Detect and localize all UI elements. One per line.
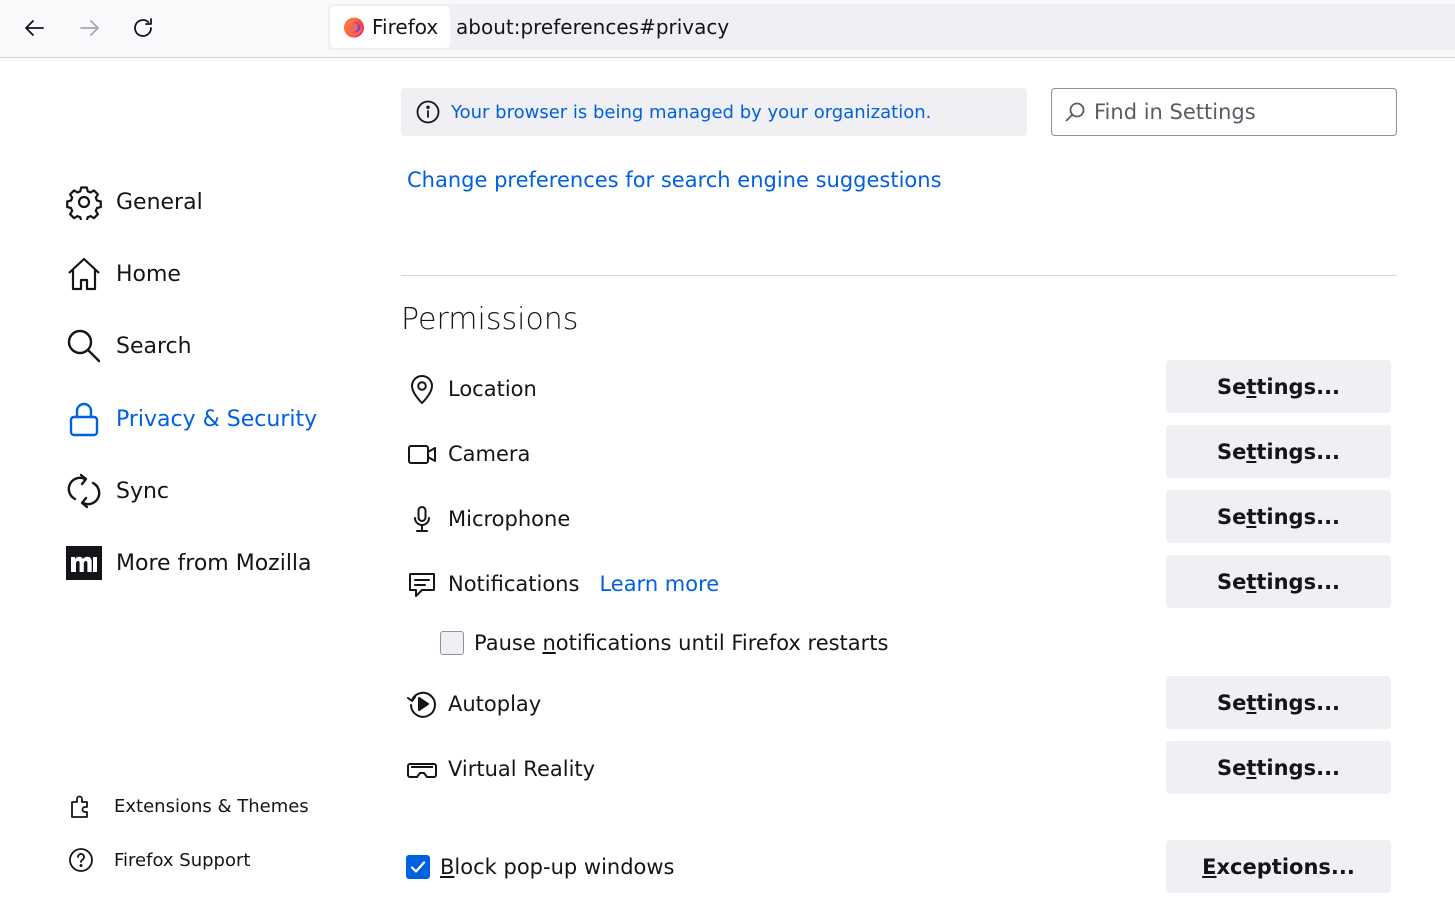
- microphone-settings-button[interactable]: Settings...: [1166, 490, 1391, 543]
- button-label: Settings...: [1216, 439, 1341, 464]
- category-label: Home: [116, 261, 181, 287]
- vr-settings-button[interactable]: Settings...: [1166, 741, 1391, 794]
- camera-settings-button[interactable]: Settings...: [1166, 425, 1391, 478]
- permission-label: Camera: [448, 442, 531, 466]
- notifications-learn-more-link[interactable]: Learn more: [599, 572, 719, 596]
- button-label: Exceptions...: [1202, 854, 1355, 879]
- notifications-settings-button[interactable]: Settings...: [1166, 555, 1391, 608]
- button-label: Settings...: [1216, 374, 1341, 399]
- clipped-content: Change preferences for search engine sug…: [401, 140, 1101, 192]
- button-label: Settings...: [1216, 504, 1341, 529]
- url-bar[interactable]: Firefox about:preferences#privacy: [328, 4, 1455, 50]
- category-label: Sync: [116, 478, 170, 504]
- camera-icon: [408, 445, 436, 464]
- search-icon: [1065, 102, 1085, 122]
- forward-button[interactable]: [71, 10, 107, 46]
- identity-label: Firefox: [372, 15, 439, 39]
- help-icon: [69, 848, 93, 872]
- permission-label: Notifications: [448, 572, 580, 596]
- category-general[interactable]: General: [66, 182, 203, 222]
- checkmark-icon: [410, 861, 426, 873]
- pause-notifications-checkbox[interactable]: [440, 631, 464, 655]
- permission-label: Location: [448, 377, 537, 401]
- block-popups-checkbox[interactable]: [406, 855, 430, 879]
- search-icon: [67, 329, 101, 363]
- forward-arrow-icon: [80, 20, 99, 36]
- section-divider: [401, 275, 1397, 276]
- browser-toolbar: Firefox about:preferences#privacy: [0, 0, 1455, 58]
- footer-link-label: Firefox Support: [114, 849, 251, 871]
- category-more-from-mozilla[interactable]: More from Mozilla: [66, 543, 312, 583]
- block-popups-label: Block pop-up windows: [440, 855, 675, 879]
- pause-notifications-row[interactable]: Pause notifications until Firefox restar…: [440, 623, 888, 663]
- category-label: Privacy & Security: [116, 406, 318, 432]
- category-sync[interactable]: Sync: [66, 471, 169, 511]
- policies-notice-text[interactable]: Your browser is being managed by your or…: [451, 102, 931, 123]
- categories-sidebar: General Home Search Privacy & Security S…: [0, 58, 380, 904]
- sync-icon: [67, 473, 101, 509]
- reload-button[interactable]: [125, 10, 161, 46]
- permission-label: Virtual Reality: [448, 757, 596, 781]
- autoplay-settings-button[interactable]: Settings...: [1166, 676, 1391, 729]
- reload-icon: [134, 18, 152, 37]
- category-search[interactable]: Search: [66, 326, 192, 366]
- identity-box[interactable]: Firefox: [330, 6, 451, 48]
- permission-virtual-reality: Virtual Reality: [406, 749, 595, 789]
- url-text[interactable]: about:preferences#privacy: [456, 4, 729, 50]
- puzzle-icon: [71, 795, 88, 818]
- autoplay-icon: [407, 691, 436, 718]
- popup-exceptions-button[interactable]: Exceptions...: [1166, 840, 1391, 893]
- settings-search-box[interactable]: [1051, 88, 1397, 136]
- permission-microphone: Microphone: [406, 499, 570, 539]
- pause-notifications-label: Pause notifications until Firefox restar…: [474, 631, 889, 655]
- vr-icon: [407, 763, 437, 778]
- permission-camera: Camera: [406, 434, 530, 474]
- block-popups-row[interactable]: Block pop-up windows: [406, 847, 675, 887]
- permission-location: Location: [406, 369, 537, 409]
- footer-link-label: Extensions & Themes: [114, 795, 309, 817]
- category-label: General: [116, 189, 203, 215]
- category-label: Search: [116, 333, 192, 359]
- location-icon: [411, 375, 433, 404]
- info-icon: [416, 100, 440, 124]
- gear-icon: [66, 186, 102, 220]
- settings-search-input[interactable]: [1094, 100, 1384, 124]
- mozilla-icon: [66, 546, 102, 580]
- permissions-heading: Permissions: [401, 302, 579, 337]
- location-settings-button[interactable]: Settings...: [1166, 360, 1391, 413]
- category-privacy-security[interactable]: Privacy & Security: [66, 399, 317, 439]
- permission-label: Autoplay: [448, 692, 542, 716]
- firefox-logo-icon: [344, 17, 364, 38]
- extensions-themes-link[interactable]: Extensions & Themes: [68, 791, 309, 821]
- permission-autoplay: Autoplay: [406, 684, 541, 724]
- button-label: Settings...: [1216, 569, 1341, 594]
- back-arrow-icon: [25, 20, 44, 36]
- button-label: Settings...: [1216, 690, 1341, 715]
- lock-icon: [69, 402, 99, 437]
- firefox-support-link[interactable]: Firefox Support: [68, 845, 250, 875]
- back-button[interactable]: [17, 10, 53, 46]
- category-label: More from Mozilla: [116, 550, 312, 576]
- home-icon: [68, 257, 100, 291]
- button-label: Settings...: [1216, 755, 1341, 780]
- policies-notice[interactable]: Your browser is being managed by your or…: [401, 88, 1027, 136]
- permission-notifications: Notifications Learn more: [406, 564, 719, 604]
- search-suggestions-link[interactable]: Change preferences for search engine sug…: [407, 168, 942, 192]
- category-home[interactable]: Home: [66, 254, 181, 294]
- microphone-icon: [414, 506, 430, 532]
- notifications-icon: [409, 573, 435, 597]
- permission-label: Microphone: [448, 507, 571, 531]
